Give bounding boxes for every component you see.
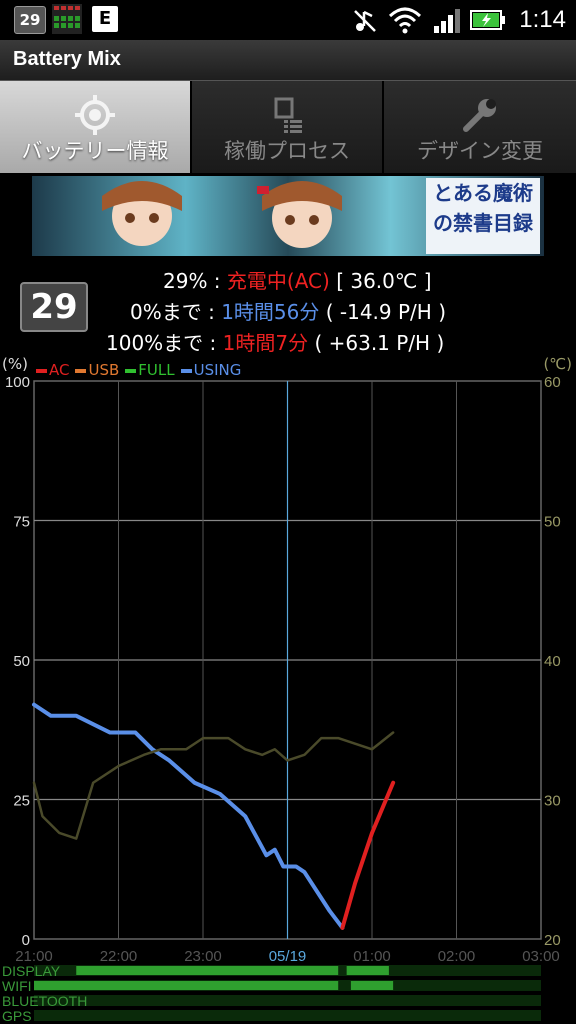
tab-bar: バッテリー情報 稼働プロセス デザイン変更 — [0, 81, 576, 173]
activity-label-wifi: WIFI — [2, 978, 32, 994]
activity-label-gps: GPS — [2, 1008, 32, 1024]
battery-percent: 29% : — [163, 269, 221, 293]
tab-process[interactable]: 稼働プロセス — [192, 81, 384, 173]
status-bar: 29 E 1:14 — [0, 0, 576, 40]
activity-segment — [350, 981, 394, 990]
series-line-using — [32, 702, 345, 930]
time-to-empty: 1時間56分 — [221, 300, 320, 324]
level-grid-icon — [52, 4, 82, 34]
info-line-2: 0%まで : 1時間56分 ( -14.9 P/H ) — [130, 296, 446, 325]
y-right-tick-label: 20 — [544, 932, 561, 949]
title-bar: Battery Mix — [0, 40, 576, 81]
battery-badge-icon: 29 — [14, 6, 46, 34]
y-right-tick-label: 50 — [544, 514, 561, 531]
activity-bars: DISPLAYWIFIBLUETOOTHGPS — [2, 963, 541, 1024]
activity-label-display: DISPLAY — [2, 963, 61, 979]
series-line-temperature — [32, 731, 395, 840]
app-title: Battery Mix — [13, 48, 121, 70]
y-tick-label: 25 — [13, 793, 30, 810]
tab-process-label: 稼働プロセス — [224, 139, 350, 163]
target-icon — [75, 95, 115, 135]
time-to-full: 1時間7分 — [222, 331, 309, 355]
series-line-ac — [340, 780, 396, 930]
tab-design[interactable]: デザイン変更 — [384, 81, 576, 173]
info-line-1: 29% : 充電中(AC) [ 36.0℃ ] — [163, 265, 432, 294]
y-tick-label: 0 — [22, 932, 30, 949]
anime-artwork — [102, 181, 342, 248]
y-tick-label: 75 — [13, 514, 30, 531]
signal-icon — [434, 9, 460, 33]
tab-battery-info-label: バッテリー情報 — [21, 139, 169, 163]
y-right-tick-label: 30 — [544, 793, 561, 810]
charging-status: 充電中(AC) — [226, 269, 330, 293]
activity-label-bluetooth: BLUETOOTH — [2, 993, 87, 1009]
activity-track — [34, 1010, 541, 1021]
wrench-icon — [463, 99, 496, 132]
tab-battery-info[interactable]: バッテリー情報 — [0, 81, 192, 173]
y-tick-label: 100 — [5, 374, 30, 391]
process-list-icon — [274, 97, 302, 133]
info-line-3: 100%まで : 1時間7分 ( +63.1 P/H ) — [106, 327, 444, 356]
time-to-empty-label: 0%まで : — [130, 300, 215, 324]
y-right-tick-label: 40 — [544, 653, 561, 670]
battery-level-badge: 29 — [20, 282, 88, 332]
mute-icon — [354, 10, 376, 32]
wifi-icon — [388, 7, 422, 34]
battery-charging-icon — [470, 10, 505, 30]
activity-track — [34, 995, 541, 1006]
e-app-icon: E — [92, 6, 118, 32]
y-tick-label: 50 — [13, 653, 30, 670]
battery-temperature: [ 36.0℃ ] — [336, 269, 432, 293]
y-right-tick-label: 60 — [544, 374, 561, 391]
discharge-rate: ( -14.9 P/H ) — [325, 300, 446, 324]
tab-design-label: デザイン変更 — [417, 139, 543, 163]
clock: 1:14 — [519, 6, 566, 33]
banner-logo-text: とある魔術の禁書目録 — [426, 178, 540, 254]
time-to-full-label: 100%まで : — [106, 331, 217, 355]
charge-rate: ( +63.1 P/H ) — [314, 331, 445, 355]
activity-segment — [346, 966, 389, 975]
battery-chart[interactable]: 100 6075 5050 4025 300 2021:00 22:00 23:00 05/19… — [0, 356, 576, 966]
activity-segment — [34, 981, 339, 990]
banner-ad[interactable]: とある魔術の禁書目録 — [32, 176, 544, 256]
activity-segment — [76, 966, 339, 975]
